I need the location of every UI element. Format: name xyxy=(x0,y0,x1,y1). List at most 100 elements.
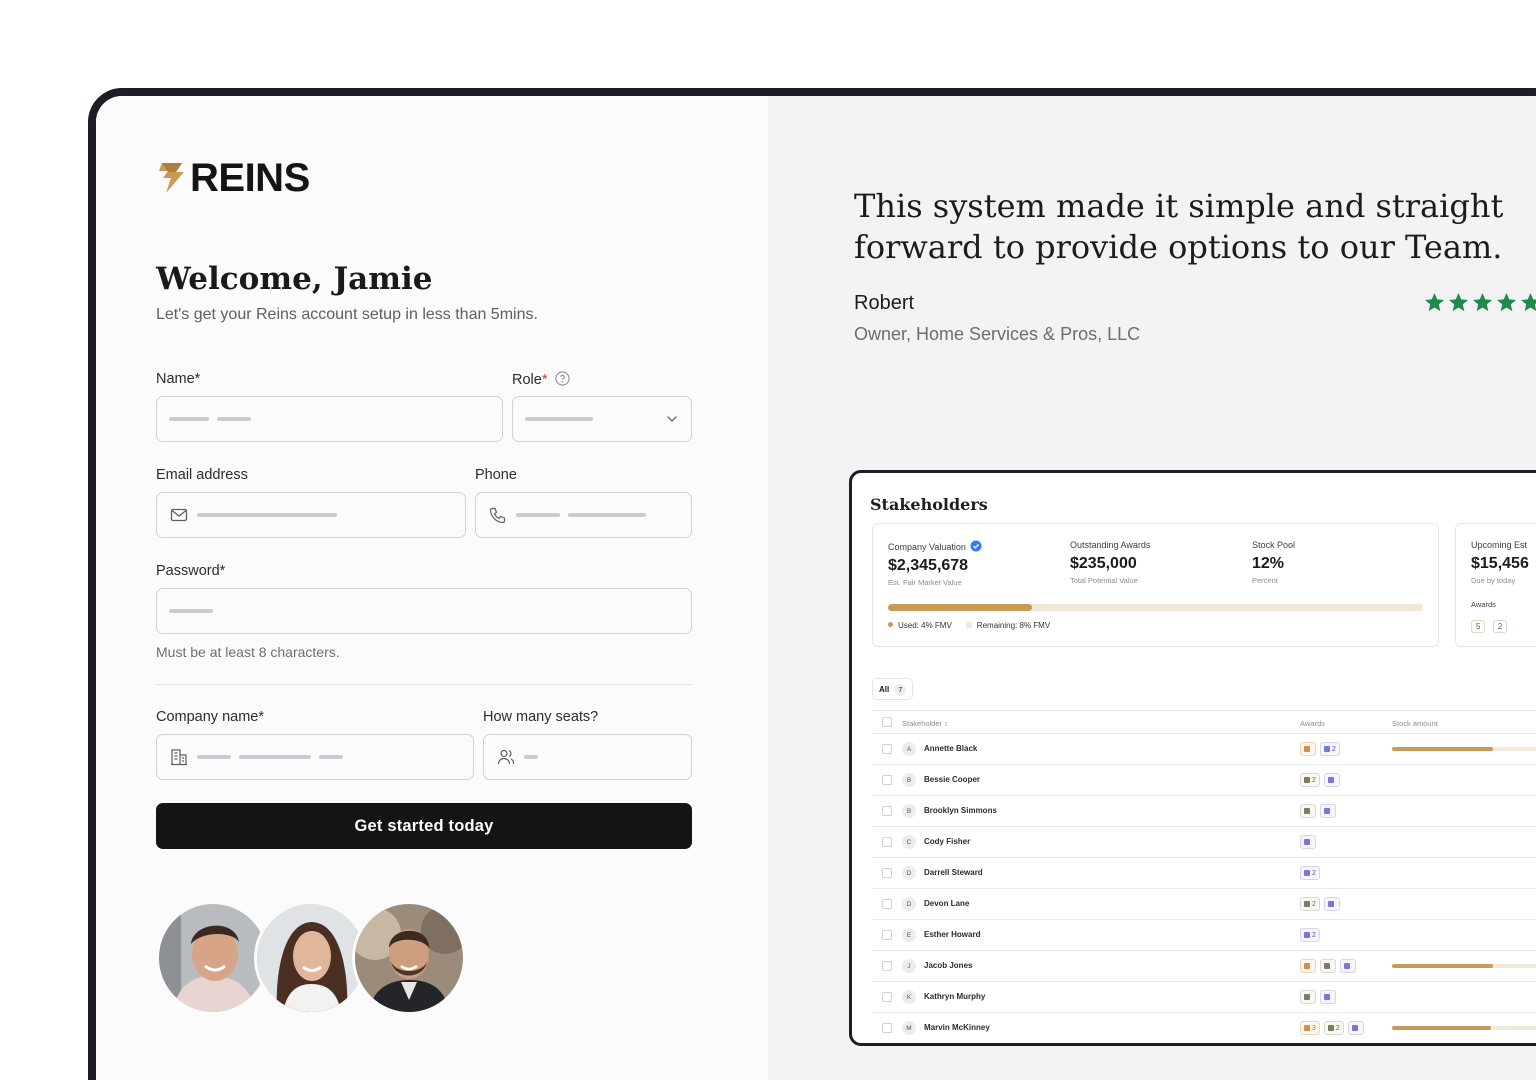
row-checkbox[interactable] xyxy=(882,1023,892,1033)
stock-pool-legend: Used: 4% FMV Remaining: 8% FMV xyxy=(888,621,1050,630)
row-checkbox[interactable] xyxy=(882,744,892,754)
award-badge-option: 3 xyxy=(1300,1021,1320,1035)
metric-value: $235,000 xyxy=(1070,555,1137,572)
device-frame: REINS Welcome, Jamie Let's get your Rein… xyxy=(88,88,1536,1080)
stakeholder-name[interactable]: Marvin McKinney xyxy=(924,1023,990,1032)
table-row[interactable]: C Cody Fisher xyxy=(872,827,1536,858)
avatar xyxy=(352,901,466,1015)
row-checkbox[interactable] xyxy=(882,899,892,909)
name-input[interactable] xyxy=(156,396,503,442)
stakeholder-name[interactable]: Devon Lane xyxy=(924,899,969,908)
table-row[interactable]: K Kathryn Murphy xyxy=(872,982,1536,1013)
rsu-icon xyxy=(1304,808,1310,814)
stakeholder-avatar: C xyxy=(902,835,916,849)
avatar-photo-2 xyxy=(257,904,365,1012)
stakeholder-avatar: E xyxy=(902,928,916,942)
stock-pool-used-fill xyxy=(888,604,1033,611)
rsu-icon xyxy=(1304,777,1310,783)
stakeholder-name[interactable]: Darrell Steward xyxy=(924,868,983,877)
row-checkbox[interactable] xyxy=(882,837,892,847)
award-badge-share xyxy=(1340,959,1356,973)
stakeholder-name[interactable]: Esther Howard xyxy=(924,930,980,939)
column-awards: Awards xyxy=(1300,719,1325,728)
upcoming-metric: Upcoming Est $15,456 Due by today xyxy=(1471,540,1529,585)
stakeholder-avatar: D xyxy=(902,897,916,911)
row-checkbox[interactable] xyxy=(882,930,892,940)
row-checkbox[interactable] xyxy=(882,868,892,878)
award-badge-share: 2 xyxy=(1300,928,1320,942)
share-icon xyxy=(1304,870,1310,876)
table-header: Stakeholder ↕ Awards Stock amount xyxy=(872,710,1536,734)
password-input[interactable] xyxy=(156,588,692,634)
table-row[interactable]: D Devon Lane 2 xyxy=(872,889,1536,920)
phone-input[interactable] xyxy=(475,492,692,538)
role-select[interactable] xyxy=(512,396,692,442)
avatar xyxy=(156,901,270,1015)
stakeholder-name[interactable]: Cody Fisher xyxy=(924,837,970,846)
table-row[interactable]: E Esther Howard 2 xyxy=(872,920,1536,951)
email-input[interactable] xyxy=(156,492,466,538)
table-row[interactable]: B Brooklyn Simmons xyxy=(872,796,1536,827)
avatar-photo-1 xyxy=(159,904,267,1012)
metric-stock-pool: Stock Pool 12% Percent xyxy=(1252,540,1295,585)
company-input[interactable] xyxy=(156,734,474,780)
table-row[interactable]: J Jacob Jones xyxy=(872,951,1536,982)
seats-input[interactable] xyxy=(483,734,692,780)
stakeholder-name[interactable]: Jacob Jones xyxy=(924,961,972,970)
table-row[interactable]: M Marvin McKinney 3 2 xyxy=(872,1013,1536,1043)
reins-logo-icon xyxy=(159,163,184,193)
award-badge-share: 2 xyxy=(1300,866,1320,880)
column-stakeholder[interactable]: Stakeholder ↕ xyxy=(902,719,948,728)
share-icon xyxy=(1324,808,1330,814)
verified-badge-icon xyxy=(970,540,982,552)
showcase-panel: This system made it simple and straight … xyxy=(768,96,1536,1080)
help-icon[interactable] xyxy=(554,371,570,386)
table-row[interactable]: B Bessie Cooper 2 xyxy=(872,765,1536,796)
testimonial-author: Robert xyxy=(854,292,915,314)
award-badge-share xyxy=(1323,897,1340,911)
share-icon xyxy=(1351,1025,1358,1031)
filter-all-tab[interactable]: All 7 xyxy=(872,678,914,700)
metric-label-text: Company Valuation xyxy=(888,542,966,552)
award-badge-rsu xyxy=(1300,990,1316,1004)
legend-dot xyxy=(888,622,893,627)
input-placeholder xyxy=(169,609,213,613)
stakeholder-name[interactable]: Bessie Cooper xyxy=(924,775,980,784)
required-marker: * xyxy=(541,372,548,388)
legend-used: Used: 4% FMV xyxy=(888,621,952,630)
metric-value: $15,456 xyxy=(1471,555,1529,572)
award-badge-rsu: 2 xyxy=(1323,1021,1344,1035)
award-count: 2 xyxy=(1312,776,1316,784)
share-icon xyxy=(1327,901,1334,907)
legend-remaining: Remaining: 8% FMV xyxy=(965,621,1050,630)
email-label: Email address xyxy=(156,467,248,483)
stock-amount-bar xyxy=(1392,1026,1536,1030)
password-hint: Must be at least 8 characters. xyxy=(156,644,340,660)
award-count: 2 xyxy=(1332,745,1336,753)
get-started-button[interactable]: Get started today xyxy=(156,803,692,849)
stakeholder-name[interactable]: Annette Black xyxy=(924,744,977,753)
table-row[interactable]: D Darrell Steward 2 xyxy=(872,858,1536,889)
award-badges xyxy=(1300,835,1316,849)
row-checkbox[interactable] xyxy=(882,992,892,1002)
select-all-checkbox[interactable] xyxy=(882,717,892,727)
metric-value: $2,345,678 xyxy=(888,557,969,574)
row-checkbox[interactable] xyxy=(882,775,892,785)
award-badges: 2 xyxy=(1300,773,1340,787)
award-badge-rsu: 2 xyxy=(1300,773,1320,787)
name-label: Name* xyxy=(156,371,201,387)
row-checkbox[interactable] xyxy=(882,806,892,816)
award-badges xyxy=(1300,959,1356,973)
select-placeholder xyxy=(525,417,593,421)
testimonial-quote: This system made it simple and straight … xyxy=(854,187,1504,266)
star-icon xyxy=(1425,293,1444,312)
table-row[interactable]: A Annette Black 2 xyxy=(872,734,1536,765)
row-checkbox[interactable] xyxy=(882,961,892,971)
metric-sub: Total Potential Value xyxy=(1070,576,1138,585)
award-badges: 2 xyxy=(1300,742,1340,756)
metric-label: Upcoming Est xyxy=(1471,540,1528,550)
phone-label: Phone xyxy=(475,467,517,483)
award-badge-option xyxy=(1300,742,1316,756)
stakeholder-name[interactable]: Brooklyn Simmons xyxy=(924,806,997,815)
stakeholder-name[interactable]: Kathryn Murphy xyxy=(924,992,985,1001)
